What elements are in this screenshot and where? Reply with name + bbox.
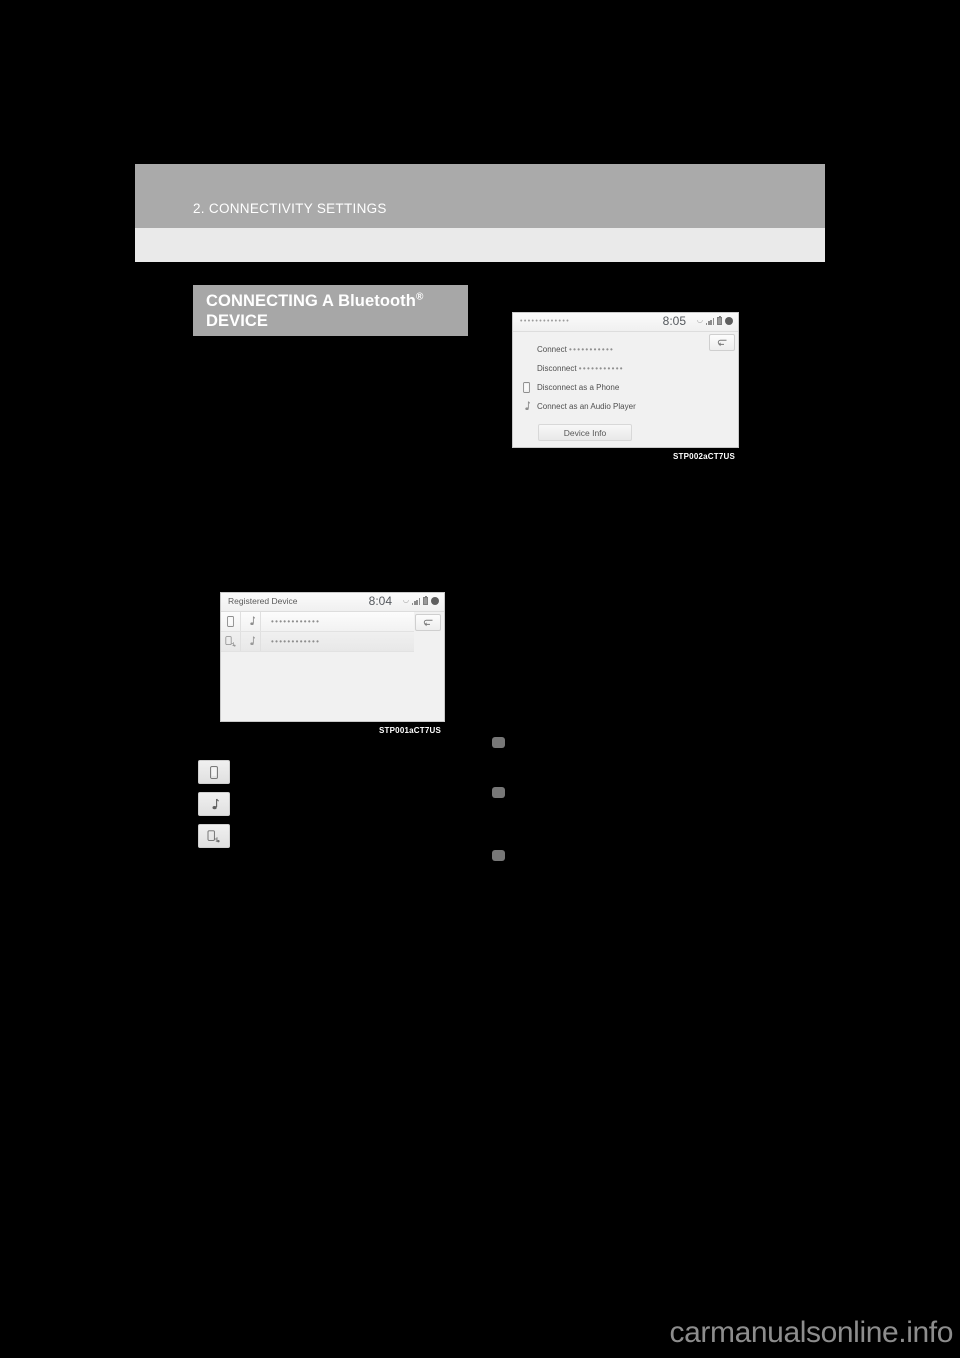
section-title-line2: DEVICE [206, 312, 269, 330]
screen-body: •••••••••••• •••••••••••• [221, 612, 444, 721]
menu-item-disconnect-as-phone[interactable]: Disconnect as a Phone [513, 378, 738, 397]
chapter-header-bar [135, 164, 825, 228]
figure-caption: STP002aCT7US [669, 450, 739, 463]
menu-item-label: Disconnect ••••••••••• [537, 364, 624, 373]
status-icon-group: ◡ [696, 316, 733, 325]
device-info-button[interactable]: Device Info [538, 424, 632, 441]
music-note-icon [209, 798, 219, 811]
bullet-3 [492, 850, 505, 861]
back-button[interactable] [415, 614, 441, 631]
rss-icon: ◡ [402, 597, 409, 604]
screen-title: ••••••••••••• [520, 318, 571, 325]
phone-icon [221, 612, 241, 631]
menu-item-disconnect[interactable]: Disconnect ••••••••••• [513, 359, 738, 378]
icon-key-phone-network [198, 824, 230, 848]
phone-icon [515, 382, 537, 393]
signal-bars-icon [412, 598, 420, 605]
screen-topbar: Registered Device 8:04 ◡ [221, 593, 444, 612]
battery-icon [717, 316, 722, 325]
figure-registered-device: Registered Device 8:04 ◡ •••••••••••• ••… [220, 592, 445, 737]
chapter-header-title: 2. CONNECTIVITY SETTINGS [193, 201, 387, 216]
registered-device-screen: Registered Device 8:04 ◡ •••••••••••• ••… [220, 592, 445, 722]
music-note-icon [515, 401, 537, 412]
bullet-1 [492, 737, 505, 748]
bullet-2 [492, 787, 505, 798]
section-title-line1: CONNECTING A Bluetooth [206, 292, 416, 310]
table-row[interactable]: •••••••••••• [221, 612, 414, 632]
site-watermark: carmanualsonline.info [669, 1316, 954, 1349]
phone-network-icon [207, 829, 221, 843]
figure-device-options: ••••••••••••• 8:05 ◡ Connect ••••••••••• [512, 312, 739, 463]
screen-body: Connect ••••••••••• Disconnect •••••••••… [513, 332, 738, 447]
screen-topbar: ••••••••••••• 8:05 ◡ [513, 313, 738, 332]
music-note-icon [241, 632, 261, 651]
screen-clock: 8:04 [368, 594, 392, 608]
battery-icon [423, 596, 428, 605]
menu-item-connect[interactable]: Connect ••••••••••• [513, 340, 738, 359]
registered-trademark-symbol: ® [415, 291, 424, 303]
phone-network-icon [221, 632, 241, 651]
chapter-header-band [135, 228, 825, 262]
menu-item-label: Disconnect as a Phone [537, 383, 620, 392]
bluetooth-icon [725, 317, 733, 325]
rss-icon: ◡ [696, 317, 703, 324]
music-note-icon [241, 612, 261, 631]
figure-caption: STP001aCT7US [375, 724, 445, 737]
phone-icon [210, 765, 218, 779]
section-title-box: CONNECTING A Bluetooth® DEVICE [193, 285, 468, 336]
signal-bars-icon [706, 318, 714, 325]
section-title: CONNECTING A Bluetooth® DEVICE [206, 291, 468, 331]
status-icon-group: ◡ [402, 596, 439, 605]
device-name: •••••••••••• [271, 637, 321, 646]
device-options-screen: ••••••••••••• 8:05 ◡ Connect ••••••••••• [512, 312, 739, 448]
menu-item-label: Connect as an Audio Player [537, 402, 636, 411]
bluetooth-icon [431, 597, 439, 605]
table-row[interactable]: •••••••••••• [221, 632, 414, 652]
icon-key-audio [198, 792, 230, 816]
screen-title: Registered Device [228, 596, 298, 606]
screen-clock: 8:05 [662, 314, 686, 328]
icon-key-phone [198, 760, 230, 784]
menu-item-connect-as-audio-player[interactable]: Connect as an Audio Player [513, 397, 738, 416]
device-name: •••••••••••• [271, 617, 321, 626]
menu-item-label: Connect ••••••••••• [537, 345, 615, 354]
back-arrow-icon [423, 619, 432, 626]
